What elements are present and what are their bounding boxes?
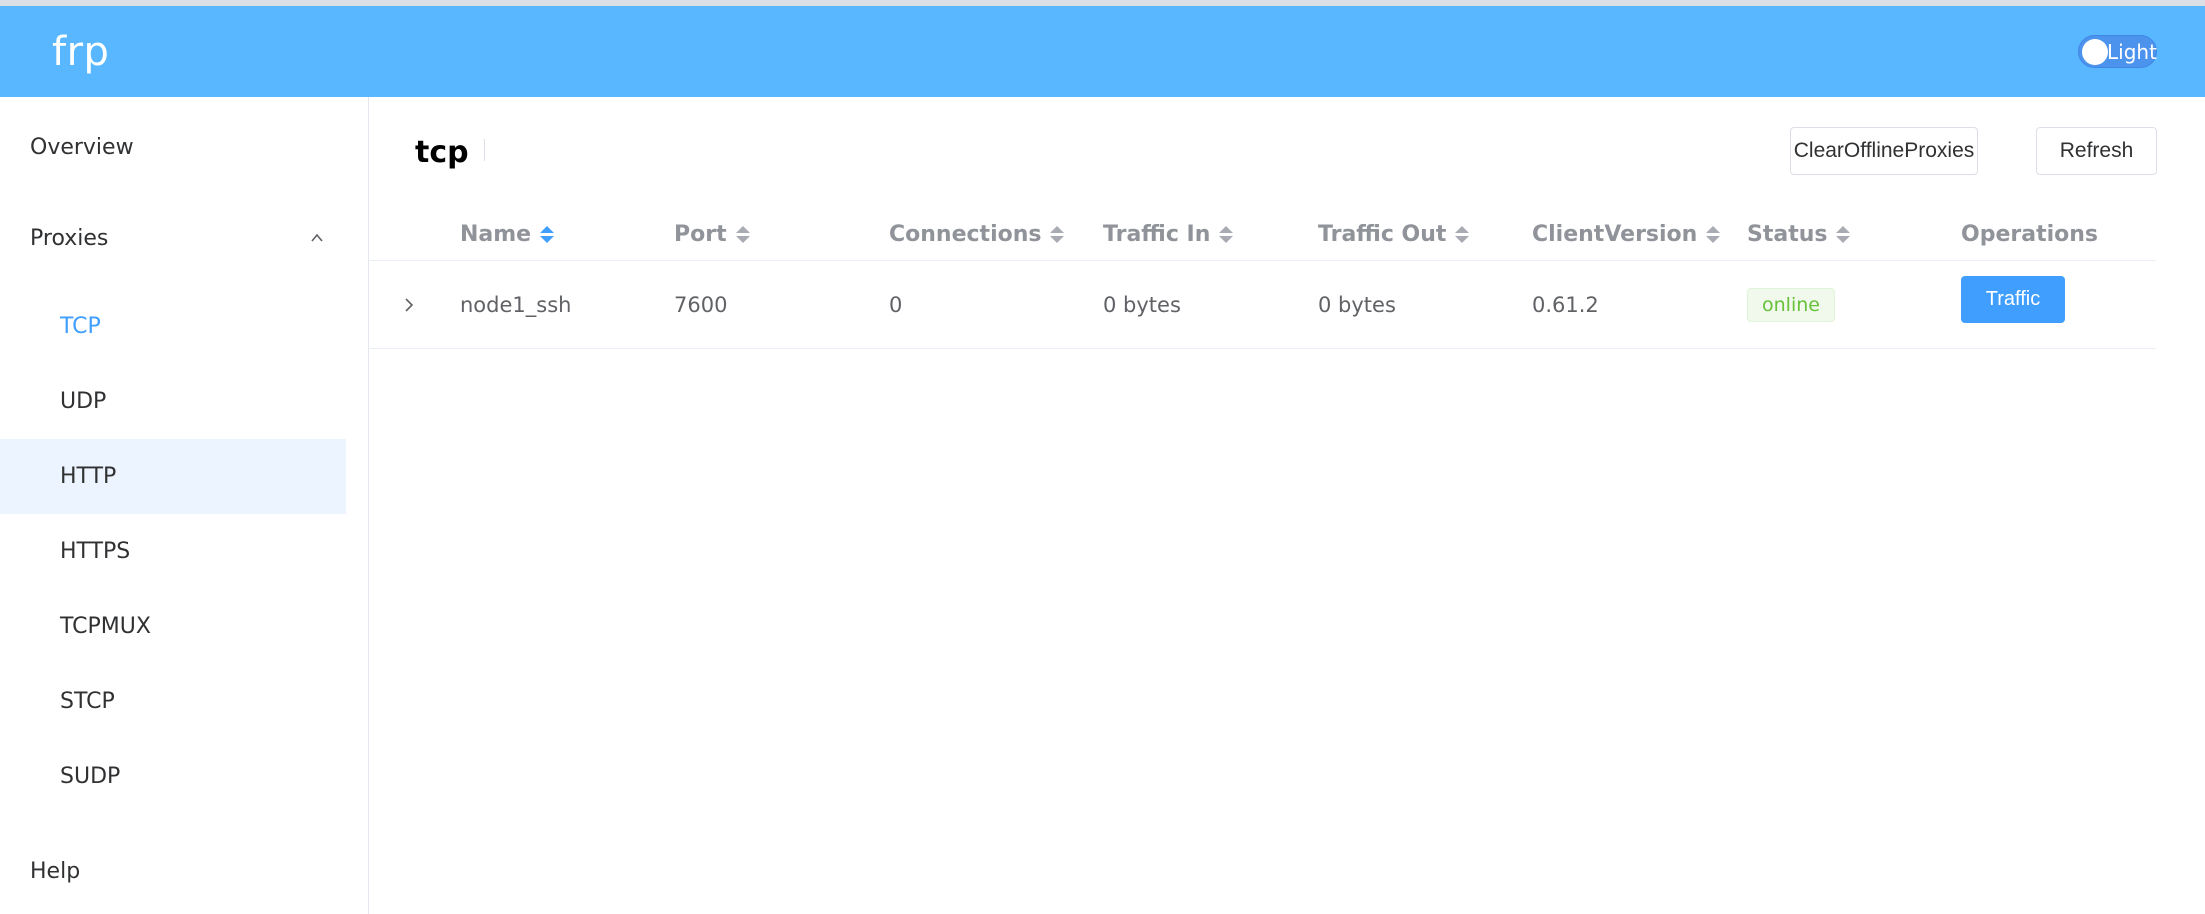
column-header-client-version[interactable]: ClientVersion — [1532, 207, 1721, 261]
app-header: frp Light — [0, 6, 2205, 97]
sidebar-submenu-proxies[interactable]: Proxies — [0, 201, 346, 276]
chevron-up-icon — [311, 233, 323, 242]
cell-client-version: 0.61.2 — [1532, 293, 1599, 317]
sidebar-item-sudp[interactable]: SUDP — [0, 739, 346, 814]
sidebar-item-stcp[interactable]: STCP — [0, 664, 346, 739]
chevron-right-icon[interactable] — [402, 297, 416, 313]
sidebar-item-udp[interactable]: UDP — [0, 364, 346, 439]
sort-icon[interactable] — [1836, 225, 1851, 243]
sidebar-item-label: TCPMUX — [60, 614, 151, 639]
sidebar-item-label: HTTP — [60, 464, 117, 489]
sidebar-item-label: HTTPS — [60, 539, 131, 564]
cell-port: 7600 — [674, 293, 728, 317]
theme-label: Light — [2107, 39, 2157, 64]
toggle-knob — [2082, 39, 2108, 65]
cell-operations: Traffic — [1961, 261, 2065, 349]
main-content: tcp ClearOfflineProxies Refresh Name Por… — [370, 97, 2205, 914]
page-title: tcp — [415, 135, 469, 170]
sidebar-item-help[interactable]: Help — [0, 834, 346, 909]
column-header-operations: Operations — [1961, 207, 2098, 261]
status-badge: online — [1747, 288, 1835, 322]
sidebar-item-label: SUDP — [60, 764, 121, 789]
sidebar: Overview Proxies TCP UDP HTTP HTTPS TCPM… — [0, 97, 369, 914]
column-label: Name — [460, 221, 532, 247]
table-header: Name Port Connections Traffic In Traffic… — [370, 207, 2156, 261]
column-label: Status — [1747, 221, 1828, 247]
sidebar-item-label: Proxies — [30, 226, 109, 251]
sort-icon[interactable] — [1706, 225, 1721, 243]
brand-logo[interactable]: frp — [52, 29, 109, 75]
sidebar-item-tcp[interactable]: TCP — [0, 289, 346, 364]
table-row: node1_ssh 7600 0 0 bytes 0 bytes 0.61.2 … — [370, 261, 2156, 349]
sort-icon[interactable] — [1455, 225, 1470, 243]
column-header-port[interactable]: Port — [674, 207, 750, 261]
column-label: Connections — [889, 221, 1042, 247]
sidebar-item-overview[interactable]: Overview — [0, 110, 346, 185]
cell-status: online — [1747, 261, 1835, 349]
proxies-table: Name Port Connections Traffic In Traffic… — [370, 207, 2156, 349]
title-divider — [484, 139, 485, 161]
column-label: Traffic Out — [1318, 221, 1447, 247]
sidebar-item-tcpmux[interactable]: TCPMUX — [0, 589, 346, 664]
sidebar-item-http[interactable]: HTTP — [0, 439, 346, 514]
sidebar-item-label: UDP — [60, 389, 107, 414]
sort-icon[interactable] — [540, 225, 555, 243]
sort-icon[interactable] — [1219, 225, 1234, 243]
sidebar-item-label: STCP — [60, 689, 115, 714]
sidebar-item-label: TCP — [60, 314, 101, 339]
column-header-status[interactable]: Status — [1747, 207, 1851, 261]
sidebar-item-label: Overview — [30, 135, 134, 160]
clear-offline-proxies-button[interactable]: ClearOfflineProxies — [1790, 127, 1978, 175]
column-header-connections[interactable]: Connections — [889, 207, 1065, 261]
column-label: Port — [674, 221, 727, 247]
column-header-name[interactable]: Name — [460, 207, 555, 261]
sidebar-item-label: Help — [30, 859, 81, 884]
refresh-button[interactable]: Refresh — [2036, 127, 2157, 175]
traffic-button[interactable]: Traffic — [1961, 275, 2065, 323]
column-header-traffic-out[interactable]: Traffic Out — [1318, 207, 1470, 261]
sort-icon[interactable] — [1050, 225, 1065, 243]
theme-toggle[interactable]: Light — [2078, 35, 2157, 68]
column-label: ClientVersion — [1532, 221, 1698, 247]
cell-traffic-out: 0 bytes — [1318, 293, 1396, 317]
cell-connections: 0 — [889, 293, 903, 317]
column-header-traffic-in[interactable]: Traffic In — [1103, 207, 1234, 261]
sort-icon[interactable] — [735, 225, 750, 243]
cell-name: node1_ssh — [460, 293, 572, 317]
sidebar-item-https[interactable]: HTTPS — [0, 514, 346, 589]
column-label: Operations — [1961, 221, 2098, 247]
cell-traffic-in: 0 bytes — [1103, 293, 1181, 317]
column-label: Traffic In — [1103, 221, 1211, 247]
